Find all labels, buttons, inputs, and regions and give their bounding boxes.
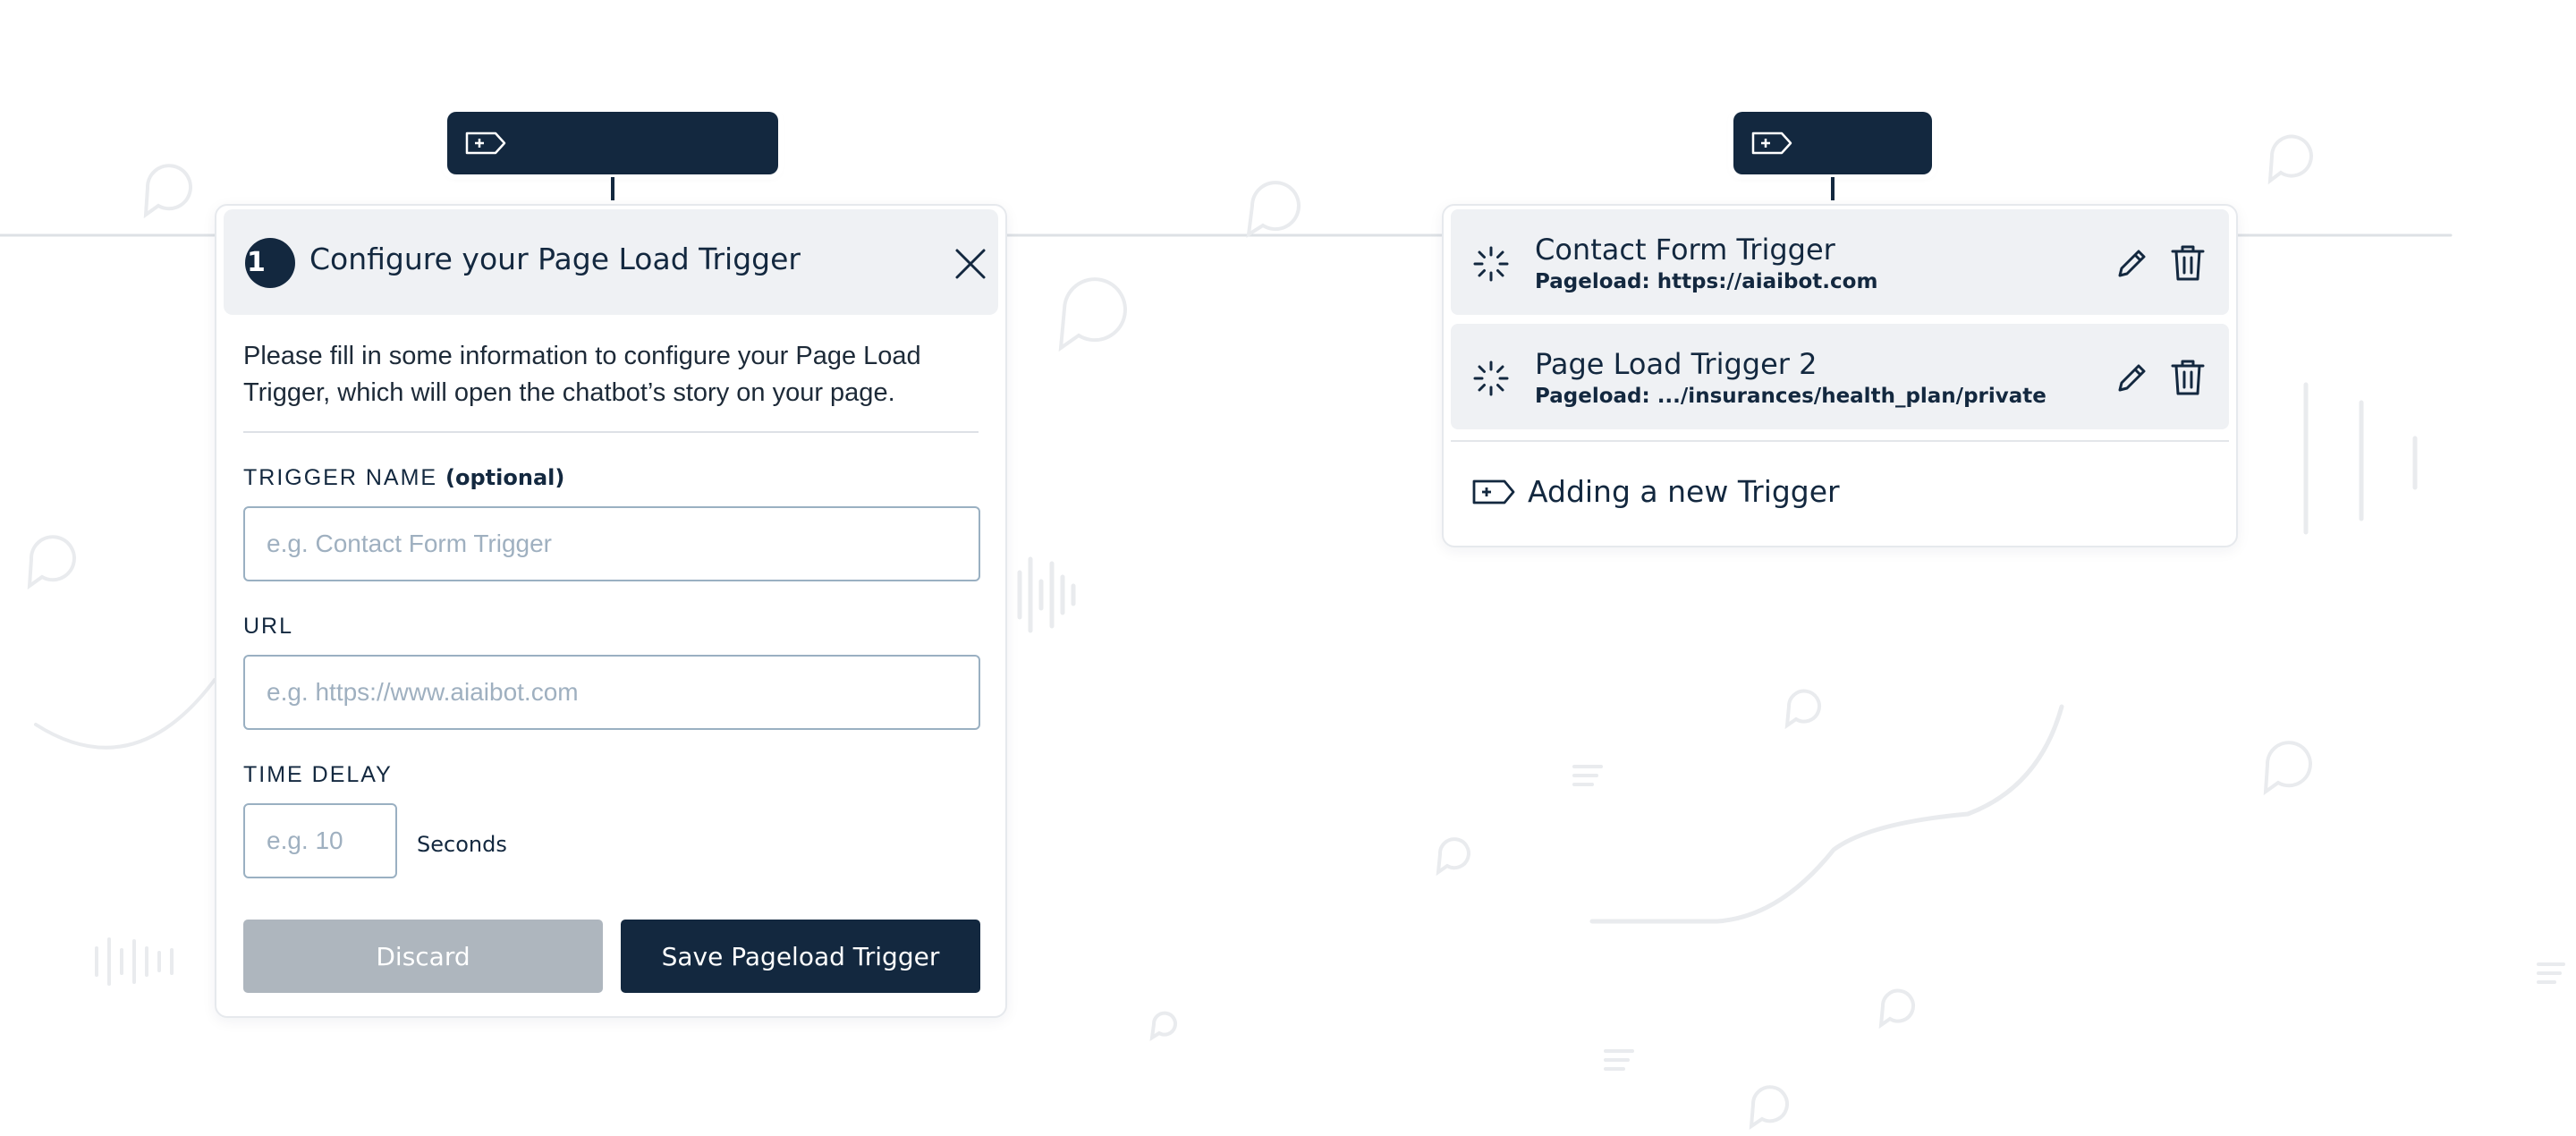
optional-label: (optional) xyxy=(445,465,565,490)
trigger-item[interactable]: Page Load Trigger 2 Pageload: .../insura… xyxy=(1451,324,2229,429)
trigger-list: Contact Form Trigger Pageload: https://a… xyxy=(1442,204,2238,547)
trash-icon[interactable] xyxy=(2170,358,2206,397)
add-new-trigger-button[interactable]: Adding a new Trigger xyxy=(1451,447,2229,537)
add-trigger-tag-icon xyxy=(1472,479,1515,504)
add-trigger-pill-right[interactable] xyxy=(1733,112,1932,174)
panel-header: 1 Configure your Page Load Trigger xyxy=(224,209,998,315)
url-label: URL xyxy=(243,614,294,639)
trash-icon[interactable] xyxy=(2170,243,2206,283)
connector-line-left xyxy=(611,177,614,200)
add-trigger-tag-icon xyxy=(1751,131,1792,155)
loading-spinner-icon xyxy=(1473,246,1509,282)
pencil-icon[interactable] xyxy=(2114,360,2150,395)
connector-line-right xyxy=(1831,177,1835,200)
trigger-item[interactable]: Contact Form Trigger Pageload: https://a… xyxy=(1451,209,2229,315)
add-trigger-tag-icon xyxy=(465,131,506,155)
time-delay-label: TIME DELAY xyxy=(243,762,393,787)
divider xyxy=(243,431,979,433)
step-badge: 1 xyxy=(245,238,295,288)
loading-spinner-icon xyxy=(1473,360,1509,396)
trigger-name-input[interactable] xyxy=(243,506,980,581)
seconds-unit-label: Seconds xyxy=(417,832,507,857)
trigger-item-detail: Pageload: https://aiaibot.com xyxy=(1535,270,1878,293)
configure-trigger-panel: 1 Configure your Page Load Trigger Pleas… xyxy=(215,204,1007,1018)
add-trigger-pill-left[interactable] xyxy=(447,112,778,174)
panel-description: Please fill in some information to confi… xyxy=(243,342,921,407)
trigger-item-detail: Pageload: .../insurances/health_plan/pri… xyxy=(1535,385,2046,408)
save-pageload-trigger-button[interactable]: Save Pageload Trigger xyxy=(621,920,980,993)
pencil-icon[interactable] xyxy=(2114,245,2150,281)
trigger-item-name: Contact Form Trigger xyxy=(1535,233,1835,267)
trigger-name-label-text: TRIGGER NAME xyxy=(243,465,438,490)
url-input[interactable] xyxy=(243,655,980,730)
divider xyxy=(1451,440,2229,442)
trigger-item-name: Page Load Trigger 2 xyxy=(1535,347,1818,381)
time-delay-input[interactable] xyxy=(243,803,397,878)
trigger-name-label: TRIGGER NAME (optional) xyxy=(243,465,564,491)
panel-title: Configure your Page Load Trigger xyxy=(309,242,801,276)
add-new-trigger-label: Adding a new Trigger xyxy=(1528,474,1840,509)
discard-button[interactable]: Discard xyxy=(243,920,603,993)
close-icon[interactable] xyxy=(953,247,987,281)
